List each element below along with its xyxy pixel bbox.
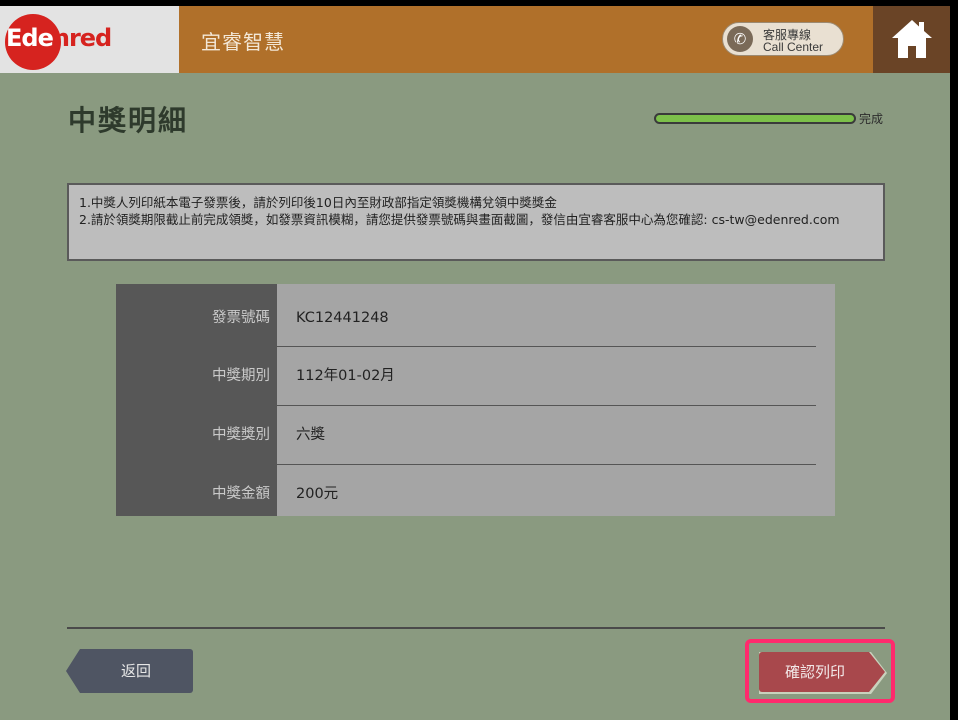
brand-title: 宜睿智慧	[201, 30, 285, 54]
confirm-print-highlight: 確認列印	[745, 639, 895, 703]
back-button-label: 返回	[120, 662, 151, 680]
home-icon	[892, 20, 932, 58]
kiosk-screen: Edenred 宜睿智慧 ✆ 客服專線 Call Center 中獎明細 完成 …	[0, 6, 950, 720]
notice-line-1: 1.中獎人列印紙本電子發票後，請於列印後10日內至財政部指定領獎機構兌領中獎獎金	[79, 195, 557, 210]
footer-divider	[67, 627, 885, 629]
detail-label: 中獎期別	[212, 368, 270, 384]
logo-text-white: Ede	[6, 24, 54, 52]
progress-fill	[656, 115, 854, 122]
progress-label: 完成	[859, 112, 884, 126]
logo-text-red: nred	[52, 24, 112, 52]
prize-detail-table: 發票號碼 KC12441248 中獎期別 112年01-02月 中獎獎別 六獎 …	[116, 284, 835, 516]
detail-row-prize-period: 中獎期別 112年01-02月	[116, 347, 835, 405]
detail-row-prize-amount: 中獎金額 200元	[116, 465, 835, 523]
detail-label: 發票號碼	[212, 310, 270, 326]
detail-label: 中獎獎別	[212, 427, 270, 443]
detail-value: 200元	[296, 486, 339, 502]
notice-box: 1.中獎人列印紙本電子發票後，請於列印後10日內至財政部指定領獎機構兌領中獎獎金…	[67, 183, 885, 261]
detail-label: 中獎金額	[212, 486, 270, 502]
detail-row-prize-type: 中獎獎別 六獎	[116, 406, 835, 464]
confirm-button-label: 確認列印	[784, 663, 845, 681]
call-center-label-en: Call Center	[763, 40, 824, 54]
notice-line-2: 2.請於領獎期限截止前完成領獎，如發票資訊模糊，請您提供發票號碼與畫面截圖，發信…	[79, 212, 840, 227]
logo-text: Edenred	[6, 24, 112, 52]
detail-value: KC12441248	[296, 310, 389, 326]
back-button[interactable]: 返回	[66, 649, 193, 693]
call-center-button[interactable]: ✆ 客服專線 Call Center	[722, 22, 844, 56]
detail-value: 112年01-02月	[296, 368, 395, 384]
brand-bar: 宜睿智慧 ✆ 客服專線 Call Center	[179, 6, 873, 73]
confirm-print-button[interactable]: 確認列印	[759, 652, 885, 694]
detail-row-invoice-number: 發票號碼 KC12441248	[116, 289, 835, 347]
edenred-logo: Edenred	[0, 6, 179, 73]
detail-value: 六獎	[296, 427, 325, 443]
phone-icon: ✆	[727, 26, 753, 52]
home-button[interactable]	[873, 6, 950, 73]
page-title: 中獎明細	[68, 104, 189, 137]
progress-bar	[654, 113, 856, 124]
header: Edenred 宜睿智慧 ✆ 客服專線 Call Center	[0, 6, 950, 73]
